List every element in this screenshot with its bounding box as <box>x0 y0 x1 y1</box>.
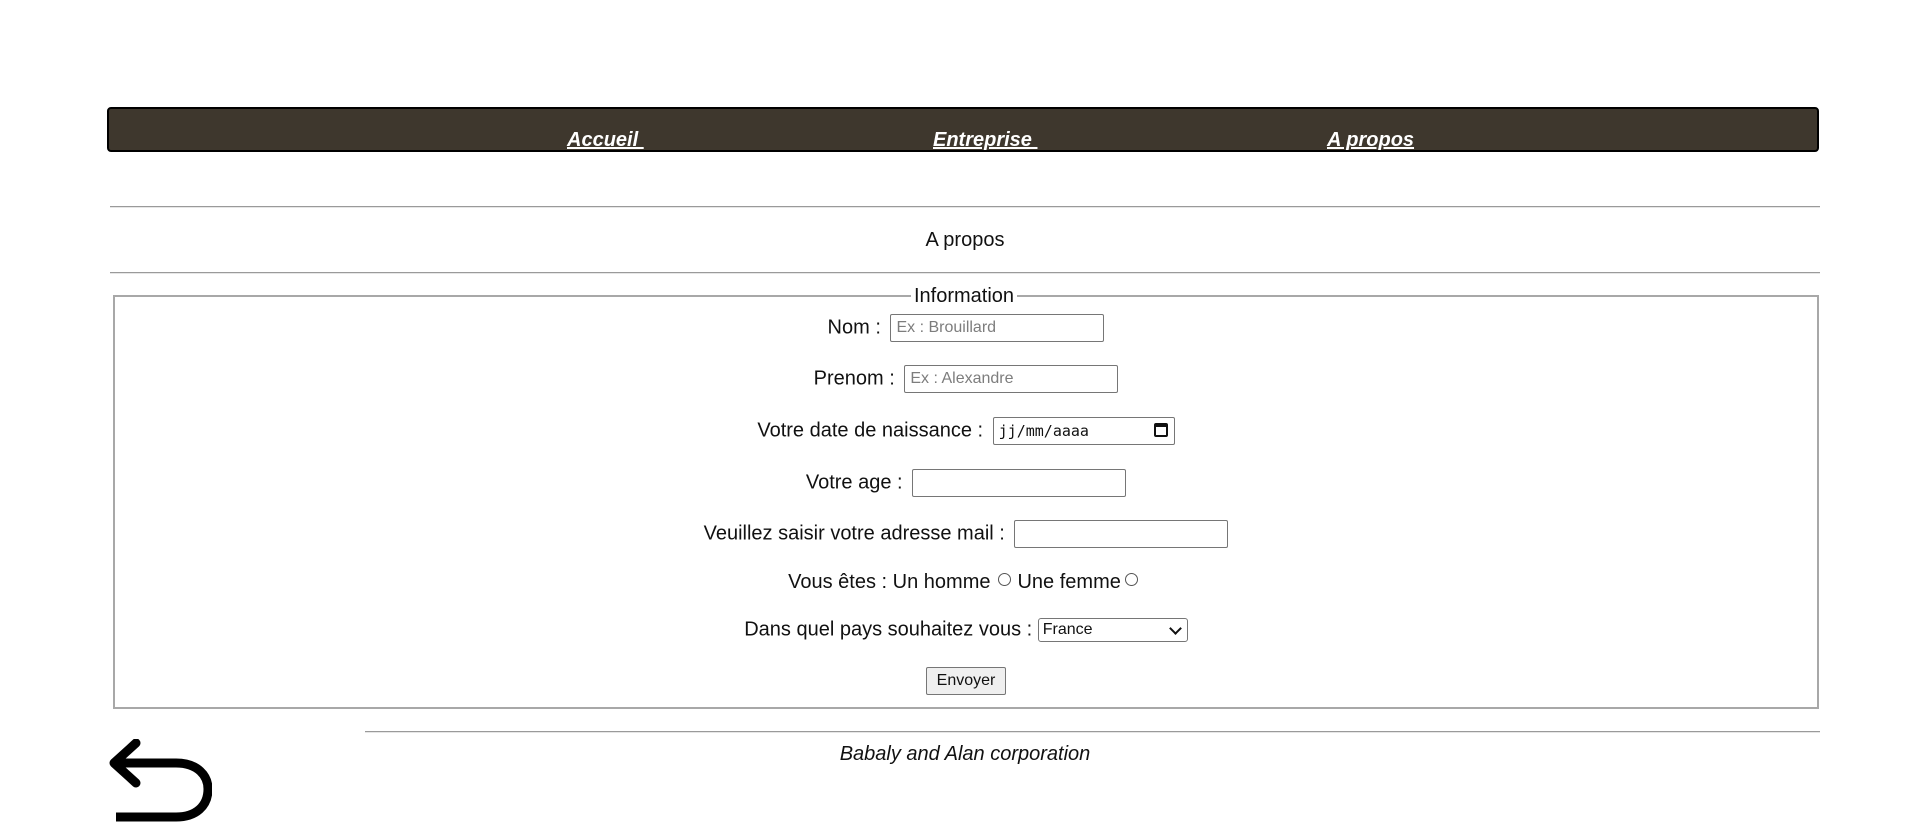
gender-option-femme-label: Une femme <box>1017 571 1121 594</box>
naissance-label: Votre date de naissance : <box>757 419 984 442</box>
email-input[interactable] <box>1014 520 1229 548</box>
gender-radio-femme[interactable] <box>1124 573 1138 586</box>
footer-text: Babaly and Alan corporation <box>839 743 1091 765</box>
age-label: Votre age : <box>805 471 903 494</box>
gender-option-homme-label: Un homme <box>892 571 991 594</box>
information-fieldset <box>113 295 1819 709</box>
age-row: Votre age : <box>113 469 1819 497</box>
prenom-input[interactable]: Ex : Alexandre <box>904 365 1119 393</box>
country-label: Dans quel pays souhaitez vous : <box>744 618 1033 641</box>
fieldset-legend: Information <box>911 286 1018 306</box>
divider-middle <box>110 272 1820 274</box>
nom-row: Nom : Ex : Brouillard <box>113 314 1819 342</box>
naissance-row: Votre date de naissance : jj/mm/aaaa <box>113 417 1819 445</box>
divider-footer <box>365 731 1820 733</box>
nav-link-accueil[interactable]: Accueil <box>567 130 644 150</box>
country-selected-value: France <box>1042 621 1093 638</box>
back-arrow-icon[interactable] <box>108 739 212 825</box>
gender-radio-homme[interactable] <box>998 573 1012 586</box>
age-input[interactable] <box>912 469 1127 497</box>
section-title: A propos <box>925 229 1005 251</box>
prenom-label: Prenom : <box>813 367 895 390</box>
page: Accueil Entreprise A propos A propos Inf… <box>0 0 1920 837</box>
gender-row: Vous êtes : Un homme Une femme <box>113 571 1819 594</box>
submit-button[interactable]: Envoyer <box>925 667 1007 695</box>
naissance-date-input[interactable]: jj/mm/aaaa <box>992 417 1175 445</box>
country-row: Dans quel pays souhaitez vous : France <box>113 618 1819 642</box>
prenom-row: Prenom : Ex : Alexandre <box>113 365 1819 393</box>
nav-bar: Accueil Entreprise A propos <box>107 107 1819 152</box>
nav-link-a-propos[interactable]: A propos <box>1327 130 1414 150</box>
country-select[interactable]: France <box>1037 618 1188 642</box>
divider-top <box>110 206 1820 208</box>
chevron-down-icon <box>1168 622 1182 635</box>
email-row: Veuillez saisir votre adresse mail : <box>113 520 1819 548</box>
nom-input[interactable]: Ex : Brouillard <box>890 314 1105 342</box>
gender-label: Vous êtes : <box>788 571 888 594</box>
date-placeholder: jj/mm/aaaa <box>998 422 1089 440</box>
email-label: Veuillez saisir votre adresse mail : <box>703 522 1005 545</box>
submit-row: Envoyer <box>113 667 1819 695</box>
calendar-icon[interactable] <box>1153 423 1168 437</box>
nav-link-entreprise[interactable]: Entreprise <box>933 130 1037 150</box>
nom-label: Nom : <box>827 316 881 339</box>
